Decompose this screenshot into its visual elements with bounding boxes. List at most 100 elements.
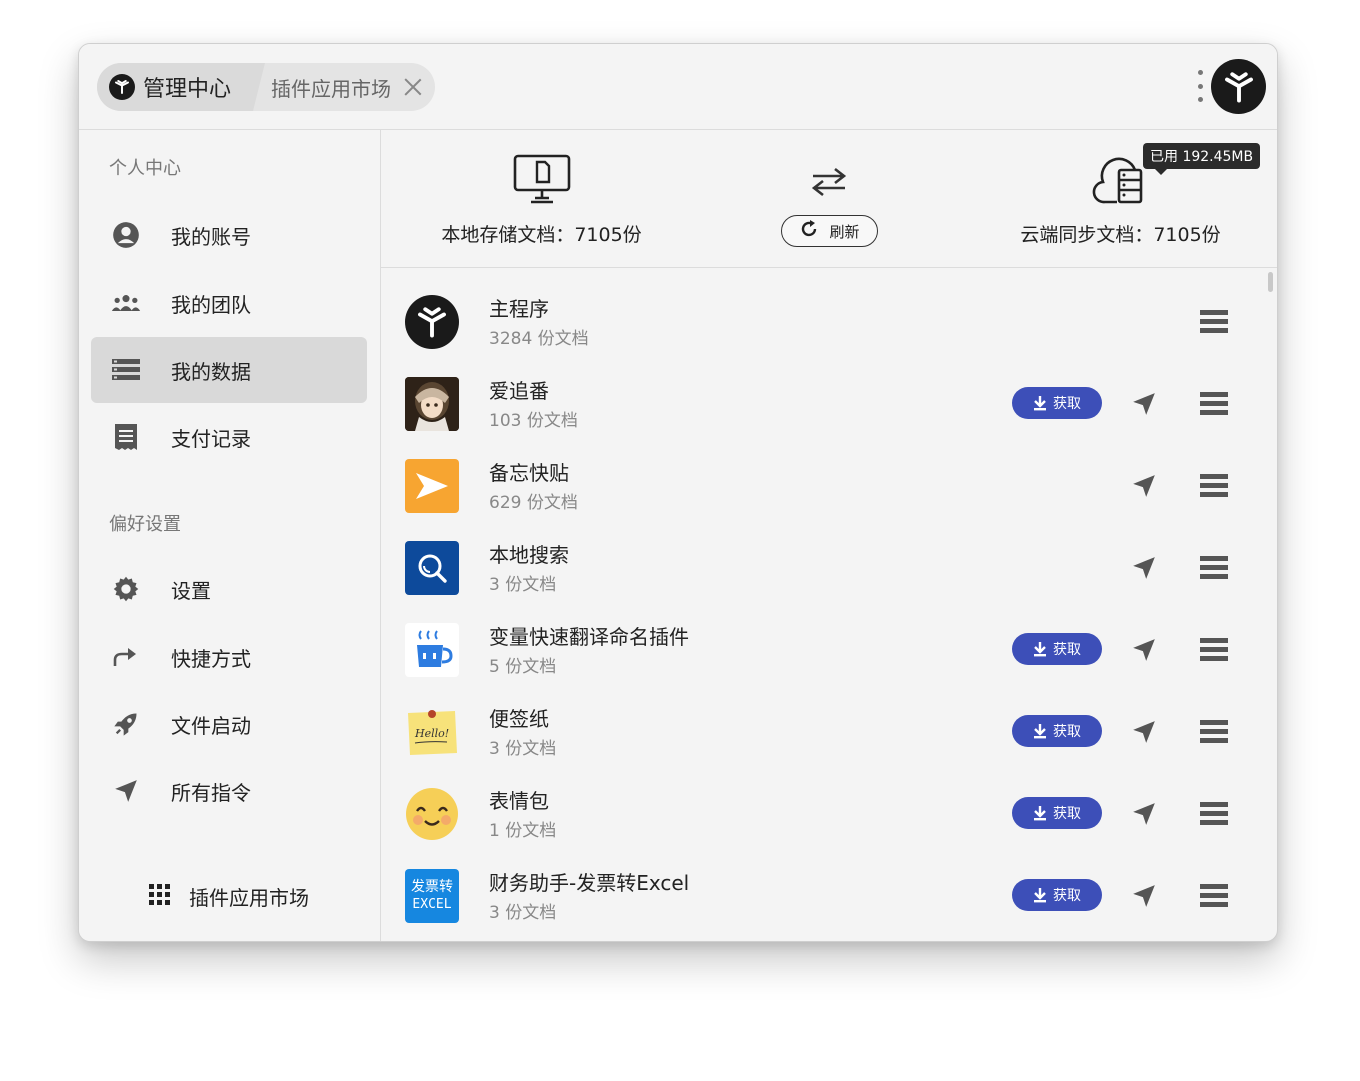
receipt-icon — [111, 422, 141, 452]
section-title-personal: 个人中心 — [109, 158, 181, 179]
get-button[interactable]: 获取 — [1012, 879, 1102, 911]
list-item: 主程序 3284 份文档 — [381, 281, 1271, 363]
main-panel: 本地存储文档：7105份 刷新 云端同步文档：7105份 已用 192.45MB — [381, 130, 1277, 941]
plugin-doc-count: 3 份文档 — [489, 739, 557, 759]
download-icon — [1034, 806, 1046, 821]
plugin-doc-count: 3 份文档 — [489, 903, 557, 923]
sidebar-item-team[interactable]: 我的团队 — [91, 270, 367, 336]
get-button[interactable]: 获取 — [1012, 387, 1102, 419]
plugin-doc-count: 1 份文档 — [489, 821, 557, 841]
send-icon[interactable] — [1129, 471, 1159, 501]
plugin-market-label: 插件应用市场 — [189, 886, 309, 910]
list-menu-icon[interactable] — [1199, 307, 1229, 337]
sidebar-item-label: 我的账号 — [171, 224, 251, 249]
storage-stats: 本地存储文档：7105份 刷新 云端同步文档：7105份 已用 192.45MB — [381, 130, 1277, 268]
list-item: 发票转 EXCEL 财务助手-发票转Excel 3 份文档 获取 — [381, 855, 1271, 937]
plugin-name: 主程序 — [489, 297, 549, 321]
plugin-name: 变量快速翻译命名插件 — [489, 625, 689, 649]
send-icon — [111, 776, 141, 806]
local-storage-stat: 本地存储文档：7105份 — [439, 154, 644, 247]
list-menu-icon[interactable] — [1199, 389, 1229, 419]
data-list-icon — [111, 355, 141, 385]
sticky-note-icon: Hello! — [405, 705, 459, 759]
list-menu-icon[interactable] — [1199, 635, 1229, 665]
plugin-doc-count: 3284 份文档 — [489, 329, 589, 349]
plugin-doc-count: 103 份文档 — [489, 411, 578, 431]
get-label: 获取 — [1053, 724, 1081, 740]
get-label: 获取 — [1053, 642, 1081, 658]
sync-arrows-icon — [811, 167, 847, 201]
plugin-doc-count: 629 份文档 — [489, 493, 578, 513]
sidebar-item-label: 快捷方式 — [171, 646, 251, 671]
get-button[interactable]: 获取 — [1012, 715, 1102, 747]
sidebar-item-my-data[interactable]: 我的数据 — [91, 337, 367, 403]
invoice-icon-line2: EXCEL — [412, 897, 452, 912]
send-icon[interactable] — [1129, 389, 1159, 419]
list-menu-icon[interactable] — [1199, 553, 1229, 583]
close-icon[interactable] — [403, 77, 423, 97]
smiley-face-icon — [405, 787, 459, 841]
refresh-button[interactable]: 刷新 — [781, 215, 878, 247]
get-button[interactable]: 获取 — [1012, 797, 1102, 829]
sidebar-item-account[interactable]: 我的账号 — [91, 202, 367, 268]
app-logo-icon — [405, 295, 459, 349]
download-icon — [1034, 396, 1046, 411]
list-item: 爱追番 103 份文档 获取 — [381, 363, 1271, 445]
send-icon[interactable] — [1129, 799, 1159, 829]
sidebar-item-label: 我的数据 — [171, 359, 251, 384]
plugin-name: 本地搜索 — [489, 543, 569, 567]
plugin-market-button[interactable]: 插件应用市场 — [149, 882, 309, 911]
app-window: 管理中心 插件应用市场 个人中心 我的账号 我的团队 我的数据 支付记录 偏好设… — [78, 43, 1278, 942]
plugin-name: 备忘快贴 — [489, 461, 569, 485]
send-icon[interactable] — [1129, 717, 1159, 747]
list-menu-icon[interactable] — [1199, 881, 1229, 911]
list-menu-icon[interactable] — [1199, 717, 1229, 747]
plugin-name: 爱追番 — [489, 379, 549, 403]
list-item: 备忘快贴 629 份文档 — [381, 445, 1271, 527]
local-storage-label: 本地存储文档：7105份 — [441, 224, 642, 246]
cloud-sync-label: 云端同步文档：7105份 — [1020, 224, 1221, 246]
sidebar-item-payments[interactable]: 支付记录 — [91, 404, 367, 470]
plugin-doc-count: 5 份文档 — [489, 657, 557, 677]
anime-avatar-icon — [405, 377, 459, 431]
send-icon[interactable] — [1129, 881, 1159, 911]
sidebar-item-settings[interactable]: 设置 — [91, 556, 367, 622]
sidebar-item-label: 文件启动 — [171, 713, 251, 738]
tab-second-label: 插件应用市场 — [271, 76, 392, 101]
list-item: Hello! 便签纸 3 份文档 获取 — [381, 691, 1271, 773]
sidebar-item-file-launch[interactable]: 文件启动 — [91, 691, 367, 757]
storage-used-badge: 已用 192.45MB — [1143, 143, 1261, 175]
list-menu-icon[interactable] — [1199, 471, 1229, 501]
rocket-icon — [111, 709, 141, 739]
sidebar: 个人中心 我的账号 我的团队 我的数据 支付记录 偏好设置 设置 快捷方式 文件… — [79, 130, 381, 941]
send-icon[interactable] — [1129, 635, 1159, 665]
sidebar-item-label: 设置 — [171, 578, 211, 603]
get-button[interactable]: 获取 — [1012, 633, 1102, 665]
memo-star-icon — [405, 459, 459, 513]
download-icon — [1034, 888, 1046, 903]
monitor-doc-icon — [439, 154, 644, 214]
team-icon — [111, 288, 141, 318]
plugin-name: 便签纸 — [489, 707, 549, 731]
invoice-excel-icon: 发票转 EXCEL — [405, 869, 459, 923]
account-circle-icon — [111, 220, 141, 250]
invoice-icon-line1: 发票转 — [411, 879, 453, 895]
plugin-name: 财务助手-发票转Excel — [489, 871, 690, 895]
coffee-cup-icon — [405, 623, 459, 677]
get-label: 获取 — [1053, 806, 1081, 822]
get-label: 获取 — [1053, 396, 1081, 412]
tab-plugin-market[interactable]: 插件应用市场 — [249, 63, 423, 111]
sidebar-item-label: 支付记录 — [171, 426, 251, 451]
plugin-data-list: 主程序 3284 份文档 爱追番 103 份文档 获取 备忘快贴 629 份文档… — [381, 269, 1277, 941]
send-icon[interactable] — [1129, 553, 1159, 583]
list-menu-icon[interactable] — [1199, 799, 1229, 829]
list-item: 本地搜索 3 份文档 — [381, 527, 1271, 609]
get-label: 获取 — [1053, 888, 1081, 904]
user-avatar[interactable] — [1211, 59, 1266, 114]
section-title-preferences: 偏好设置 — [109, 514, 181, 535]
more-menu-icon[interactable] — [1196, 70, 1204, 102]
download-icon — [1034, 724, 1046, 739]
tab-management-center[interactable]: 管理中心 — [97, 63, 250, 111]
sidebar-item-shortcuts[interactable]: 快捷方式 — [91, 624, 367, 690]
sidebar-item-all-commands[interactable]: 所有指令 — [91, 758, 367, 824]
